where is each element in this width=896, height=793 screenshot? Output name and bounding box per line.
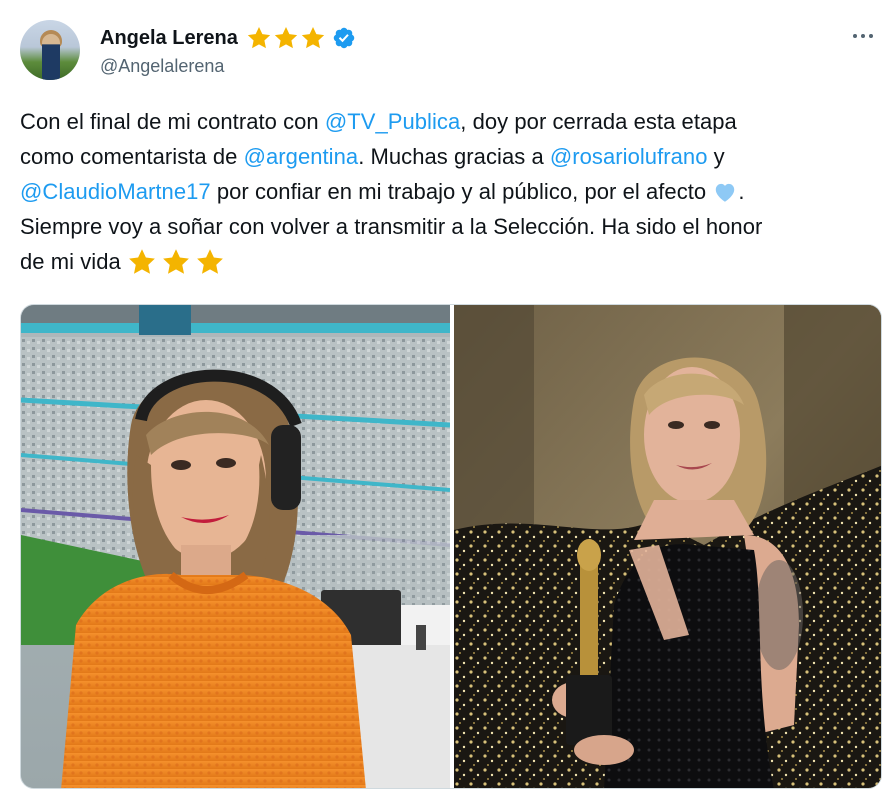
media-grid — [20, 304, 882, 789]
avatar-figure — [42, 34, 60, 80]
badge-star-icon — [247, 26, 270, 49]
blue-heart-emoji-icon — [716, 183, 735, 202]
mention-link[interactable]: @ClaudioMartne17 — [20, 174, 211, 209]
tweet-card: Angela Lerena @Angelalerena Con el final… — [0, 0, 896, 793]
tweet-text-segment: . — [738, 179, 745, 204]
more-options-icon[interactable] — [848, 24, 878, 48]
tweet-text: Con el final de mi contrato con @TV_Publ… — [20, 104, 886, 279]
tweet-text-segment: y — [707, 144, 725, 169]
tweet-text-segment: Siempre voy a soñar con volver a transmi… — [20, 214, 763, 239]
badge-star-icon — [274, 26, 297, 49]
tweet-text-segment: Con el final de mi contrato con — [20, 109, 325, 134]
tweet-text-segment: de mi vida — [20, 249, 127, 274]
author-handle[interactable]: @Angelalerena — [100, 56, 224, 77]
tweet-line: @ClaudioMartne17 por confiar en mi traba… — [20, 174, 886, 209]
author-name-row: Angela Lerena — [100, 22, 356, 54]
star-emoji-group — [127, 247, 225, 277]
tweet-line: Con el final de mi contrato con @TV_Publ… — [20, 104, 886, 139]
mention-link[interactable]: @TV_Publica — [325, 104, 460, 139]
badge-star-icon — [301, 26, 324, 49]
tweet-text-segment: como comentarista de — [20, 144, 244, 169]
photo-award-black-dress[interactable] — [454, 305, 881, 788]
avatar[interactable] — [20, 20, 80, 80]
tweet-text-segment: . Muchas gracias a — [358, 144, 550, 169]
star-emoji-icon — [129, 248, 155, 274]
tweet-line: Siempre voy a soñar con volver a transmi… — [20, 209, 886, 244]
tweet-line: de mi vida — [20, 244, 886, 279]
tweet-text-segment: por confiar en mi trabajo y al público, … — [210, 179, 713, 204]
mention-link[interactable]: @argentina — [244, 139, 359, 174]
tweet-text-segment: , doy por cerrada esta etapa — [460, 109, 737, 134]
star-emoji-icon — [163, 248, 189, 274]
photo-commentator-booth-stadium[interactable] — [21, 305, 450, 788]
badge-stars — [246, 25, 326, 51]
mention-link[interactable]: @rosariolufrano — [550, 139, 708, 174]
tweet-line: como comentarista de @argentina. Muchas … — [20, 139, 886, 174]
star-emoji-icon — [197, 248, 223, 274]
display-name[interactable]: Angela Lerena — [100, 27, 238, 50]
verified-badge-icon — [333, 27, 355, 49]
